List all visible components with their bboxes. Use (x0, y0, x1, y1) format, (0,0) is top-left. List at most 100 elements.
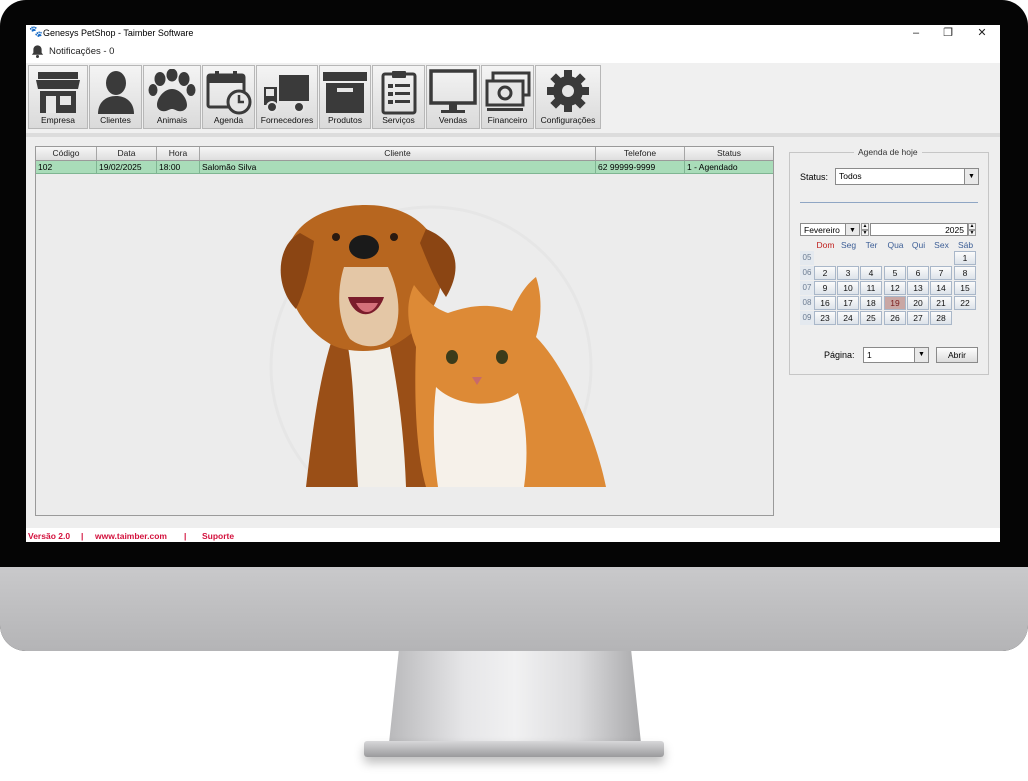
main-toolbar: Empresa Clientes Animais Agenda Forneced… (26, 63, 1000, 133)
person-icon (97, 71, 134, 114)
monitor-icon (429, 69, 477, 113)
calendar-day[interactable]: 25 (860, 311, 882, 325)
toolbar-empresa-button[interactable]: Empresa (28, 65, 88, 129)
column-header[interactable]: Hora (157, 147, 200, 160)
cell-status: 1 - Agendado (687, 162, 738, 172)
website-link[interactable]: www.taimber.com (95, 531, 167, 541)
calendar-day[interactable]: 5 (884, 266, 906, 280)
box-icon (323, 72, 367, 113)
week-number: 08 (800, 296, 814, 310)
calendar-day[interactable]: 24 (837, 311, 859, 325)
year-down-button[interactable]: ▼ (968, 230, 976, 236)
support-link[interactable]: Suporte (202, 531, 234, 541)
calendar-day[interactable]: 1 (954, 251, 976, 265)
month-select[interactable]: Fevereiro ▼ (800, 223, 860, 236)
year-up-button[interactable]: ▲ (968, 223, 976, 230)
week-number: 05 (800, 251, 814, 265)
month-up-button[interactable]: ▲ (861, 223, 869, 230)
status-select[interactable]: Todos ▼ (835, 168, 979, 185)
toolbar-label: Animais (156, 115, 188, 125)
month-down-button[interactable]: ▼ (861, 230, 869, 236)
cell-hora: 18:00 (157, 161, 200, 173)
calendar-day[interactable]: 8 (954, 266, 976, 280)
toolbar-fornecedores-button[interactable]: Fornecedores (256, 65, 318, 129)
calendar-day[interactable]: 10 (837, 281, 859, 295)
week-number: 09 (800, 311, 814, 325)
toolbar-label: Configurações (540, 115, 596, 125)
year-spinner[interactable]: 2025 (870, 223, 968, 236)
chevron-down-icon[interactable]: ▼ (964, 169, 978, 184)
toolbar-financeiro-button[interactable]: Financeiro (481, 65, 534, 129)
column-header[interactable]: Código (36, 147, 97, 160)
minimize-button[interactable]: – (900, 25, 932, 41)
monitor-chin (0, 567, 1028, 651)
calendar-day[interactable]: 27 (907, 311, 929, 325)
calendar-day[interactable]: 6 (907, 266, 929, 280)
calendar-day[interactable]: 26 (884, 311, 906, 325)
weekday-header: Sáb (957, 240, 974, 250)
toolbar-label: Empresa (40, 115, 75, 125)
toolbar-animais-button[interactable]: Animais (143, 65, 201, 129)
status-footer: Versão 2.0 | www.taimber.com | Suporte (26, 528, 1000, 542)
toolbar-produtos-button[interactable]: Produtos (319, 65, 371, 129)
toolbar-label: Fornecedores (260, 115, 314, 125)
calendar-day[interactable]: 7 (930, 266, 952, 280)
store-icon (36, 72, 80, 113)
calendar-day[interactable]: 15 (954, 281, 976, 295)
calendar-day[interactable]: 18 (860, 296, 882, 310)
toolbar-label: Financeiro (487, 115, 528, 125)
table-row[interactable]: 102 19/02/2025 18:00 Salomão Silva 62 99… (36, 161, 773, 174)
column-header[interactable]: Status (685, 147, 773, 160)
calendar-day[interactable]: 17 (837, 296, 859, 310)
calendar-day[interactable]: 13 (907, 281, 929, 295)
calendar-day[interactable]: 22 (954, 296, 976, 310)
monitor-frame: 🐾 Genesys PetShop - Taimber Software – ❐… (0, 0, 1028, 651)
calendar-day[interactable]: 3 (837, 266, 859, 280)
calendar-day[interactable]: 16 (814, 296, 836, 310)
gear-icon (547, 70, 589, 112)
footer-separator: | (184, 531, 187, 541)
column-header[interactable]: Telefone (596, 147, 685, 160)
toolbar-label: Produtos (327, 115, 363, 125)
weekday-header: Qui (911, 240, 926, 250)
column-header[interactable]: Data (97, 147, 157, 160)
chevron-down-icon[interactable]: ▼ (845, 224, 859, 235)
toolbar-clientes-button[interactable]: Clientes (89, 65, 142, 129)
page-value: 1 (867, 350, 872, 360)
calendar-day[interactable]: 2 (814, 266, 836, 280)
maximize-button[interactable]: ❐ (932, 25, 964, 41)
calendar-day[interactable]: 4 (860, 266, 882, 280)
toolbar-label: Agenda (213, 115, 244, 125)
status-label: Status: (800, 172, 829, 182)
calendar-day[interactable]: 14 (930, 281, 952, 295)
calendar-day-today[interactable]: 19 (884, 296, 906, 310)
calendar-day[interactable]: 11 (860, 281, 882, 295)
year-value: 2025 (945, 225, 964, 235)
page-select[interactable]: 1 ▼ (863, 347, 929, 363)
close-button[interactable]: ✕ (966, 25, 998, 41)
calendar-clock-icon (206, 71, 251, 115)
toolbar-label: Serviços (382, 115, 415, 125)
app-window: 🐾 Genesys PetShop - Taimber Software – ❐… (26, 25, 1000, 542)
calendar-day[interactable]: 23 (814, 311, 836, 325)
open-button[interactable]: Abrir (936, 347, 978, 363)
calendar-day[interactable]: 21 (930, 296, 952, 310)
footer-separator: | (81, 531, 84, 541)
calendar-day[interactable]: 9 (814, 281, 836, 295)
calendar-day[interactable]: 20 (907, 296, 929, 310)
column-header[interactable]: Cliente (200, 147, 596, 160)
monitor-stand-base (364, 741, 664, 757)
notifications-bar[interactable]: Notificações - 0 (26, 41, 1000, 63)
money-icon (485, 71, 530, 111)
calendar-day[interactable]: 12 (884, 281, 906, 295)
divider (800, 202, 978, 203)
toolbar-configuracoes-button[interactable]: Configurações (535, 65, 601, 129)
calendar-day[interactable]: 28 (930, 311, 952, 325)
toolbar-agenda-button[interactable]: Agenda (202, 65, 255, 129)
weekday-header: Ter (865, 240, 878, 250)
cell-cliente: Salomão Silva (200, 161, 596, 173)
notifications-label: Notificações - 0 (49, 46, 115, 57)
toolbar-servicos-button[interactable]: Serviços (372, 65, 425, 129)
chevron-down-icon[interactable]: ▼ (914, 348, 928, 362)
toolbar-vendas-button[interactable]: Vendas (426, 65, 480, 129)
